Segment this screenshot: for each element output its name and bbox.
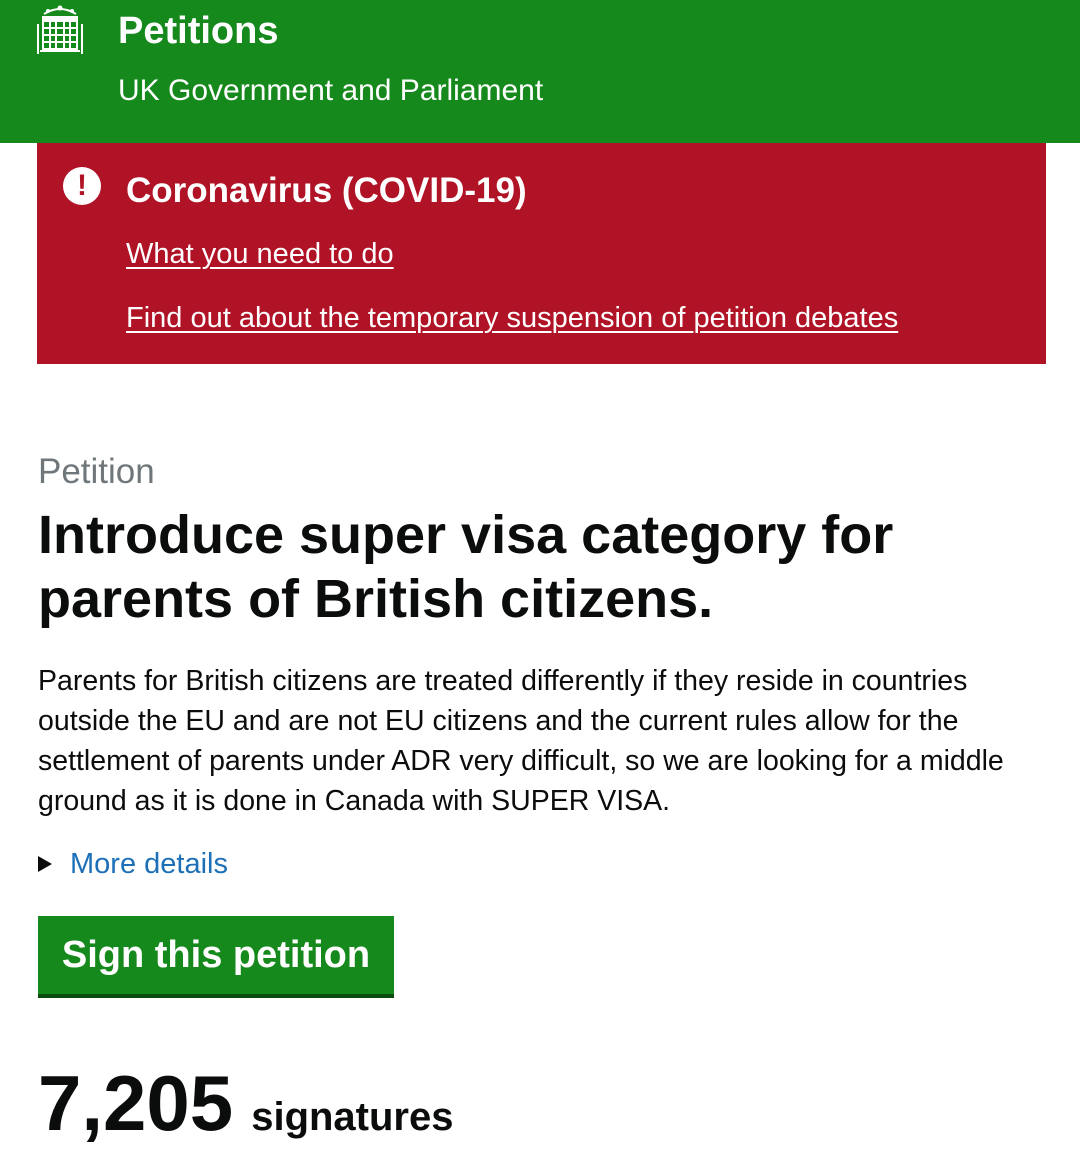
page-caption: Petition bbox=[38, 452, 155, 491]
alert-title: Coronavirus (COVID-19) bbox=[126, 171, 527, 210]
site-title[interactable]: Petitions bbox=[118, 8, 278, 54]
suspension-of-debates-link[interactable]: Find out about the temporary suspension … bbox=[126, 300, 898, 336]
triangle-right-icon bbox=[38, 856, 52, 872]
more-details-toggle[interactable]: More details bbox=[38, 845, 228, 883]
signature-count-label: signatures bbox=[251, 1095, 454, 1139]
petition-description: Parents for British citizens are treated… bbox=[38, 665, 1004, 817]
what-you-need-to-do-link[interactable]: What you need to do bbox=[126, 236, 394, 272]
site-subtitle: UK Government and Parliament bbox=[118, 74, 544, 107]
covid-alert-banner: ! Coronavirus (COVID-19) What you need t… bbox=[37, 143, 1046, 364]
signature-count: 7,205 signatures bbox=[38, 1058, 454, 1171]
page-title: Introduce super visa category for parent… bbox=[38, 505, 894, 629]
exclamation-icon: ! bbox=[63, 167, 101, 205]
more-details-label: More details bbox=[70, 848, 228, 880]
sign-petition-button[interactable]: Sign this petition bbox=[38, 916, 394, 994]
signature-count-number: 7,205 bbox=[38, 1059, 234, 1147]
portcullis-icon bbox=[37, 5, 83, 54]
site-header: Petitions UK Government and Parliament bbox=[0, 0, 1080, 143]
